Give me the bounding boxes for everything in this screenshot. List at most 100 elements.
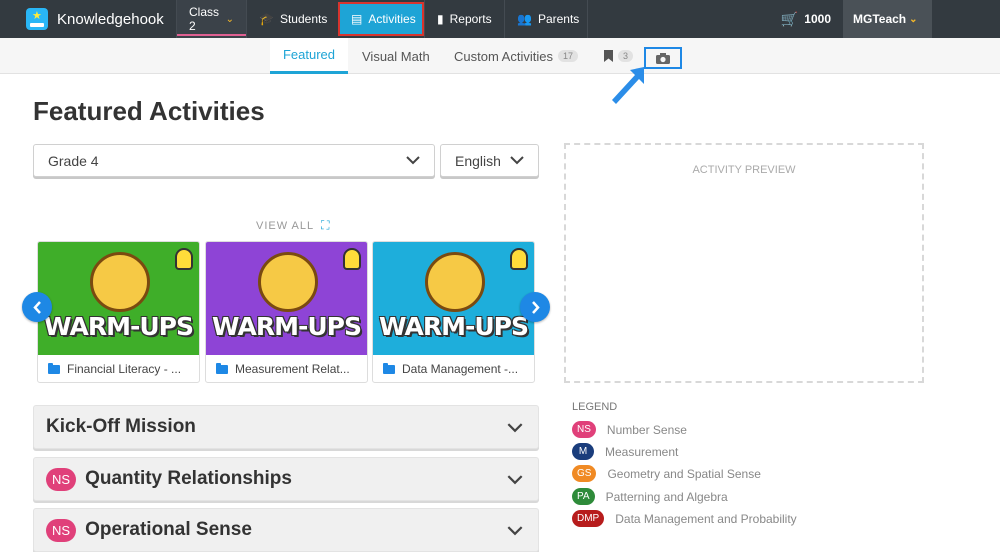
- class-selector-label: Class 2: [189, 5, 220, 33]
- folder-icon: [48, 362, 60, 374]
- chevron-down-icon: ⌄: [909, 13, 918, 25]
- activity-card-title: Financial Literacy - ...: [67, 362, 182, 376]
- graduation-cap-icon: 🎓: [259, 12, 274, 26]
- document-icon: ▤: [351, 12, 363, 26]
- bookmark-icon: [604, 50, 613, 62]
- chevron-down-icon: [507, 423, 523, 433]
- chevron-down-icon: [406, 156, 420, 165]
- chevron-right-icon: [531, 300, 540, 314]
- legend-title: LEGEND: [572, 401, 618, 413]
- class-selector[interactable]: Class 2 ⌄: [176, 0, 246, 38]
- flexed-arm-icon: [258, 252, 318, 312]
- activity-card-label: Financial Literacy - ...: [38, 355, 199, 382]
- tab-custom-activities-label: Custom Activities: [454, 48, 553, 64]
- section-title: Operational Sense: [85, 519, 252, 540]
- chevron-down-icon: ⌄: [225, 13, 234, 25]
- expand-icon: ⛶: [321, 218, 331, 232]
- section-quantity-relationships[interactable]: NS Quantity Relationships: [33, 457, 539, 501]
- sub-nav: Featured Visual Math Custom Activities 1…: [0, 38, 1000, 74]
- legend-badge: M: [572, 443, 594, 460]
- activity-card-title: Measurement Relat...: [235, 362, 350, 376]
- activity-card-image: WARM-UPS: [373, 242, 534, 355]
- folder-icon: [216, 362, 228, 374]
- brand-name: Knowledgehook: [57, 10, 164, 28]
- activity-card-title: Data Management -...: [402, 362, 519, 376]
- legend-item: GS Geometry and Spatial Sense: [572, 465, 761, 482]
- tab-visual-math-label: Visual Math: [362, 48, 430, 64]
- nav-parents-label: Parents: [537, 12, 580, 26]
- tab-custom-activities[interactable]: Custom Activities 17: [441, 38, 591, 74]
- nav-students[interactable]: 🎓 Students: [246, 0, 338, 38]
- bar-chart-icon: ▮: [437, 12, 444, 26]
- activity-card[interactable]: WARM-UPS Measurement Relat...: [205, 241, 368, 383]
- lightbulb-icon: [343, 248, 361, 270]
- top-nav-bar: ★ Knowledgehook Class 2 ⌄ 🎓 Students ▤ A…: [0, 0, 1000, 38]
- legend-badge: DMP: [572, 510, 605, 527]
- tab-featured[interactable]: Featured: [270, 38, 348, 74]
- flexed-arm-icon: [425, 252, 485, 312]
- grade-select[interactable]: Grade 4: [33, 144, 435, 177]
- legend-item: PA Patterning and Algebra: [572, 488, 728, 505]
- strand-badge: NS: [46, 467, 77, 491]
- legend-item: DMP Data Management and Probability: [572, 510, 797, 527]
- legend-label: Patterning and Algebra: [605, 489, 728, 504]
- chevron-left-icon: [32, 300, 41, 314]
- legend-label: Number Sense: [606, 422, 687, 437]
- legend-badge: NS: [572, 421, 596, 438]
- carousel-prev-button[interactable]: [22, 292, 52, 322]
- nav-parents[interactable]: 👥 Parents: [504, 0, 588, 38]
- nav-activities-label: Activities: [368, 12, 416, 26]
- cart-icon: 🛒: [780, 10, 799, 27]
- knowledgehook-logo-icon: ★: [26, 8, 48, 30]
- section-title: Quantity Relationships: [85, 468, 292, 489]
- legend-label: Geometry and Spatial Sense: [607, 466, 761, 481]
- section-operational-sense[interactable]: NS Operational Sense: [33, 508, 539, 552]
- lightbulb-icon: [510, 248, 528, 270]
- annotation-arrow-icon: [612, 67, 644, 104]
- section-kick-off-mission[interactable]: Kick-Off Mission: [33, 405, 539, 449]
- carousel-next-button[interactable]: [520, 292, 550, 322]
- card-image-text: WARM-UPS: [212, 312, 362, 341]
- legend-item: M Measurement: [572, 443, 678, 460]
- chevron-down-icon: [507, 526, 523, 536]
- strand-badge: NS: [46, 518, 77, 542]
- nav-reports[interactable]: ▮ Reports: [424, 0, 504, 38]
- language-select-value: English: [455, 152, 501, 169]
- legend-label: Measurement: [605, 444, 679, 459]
- camera-icon: [656, 52, 670, 64]
- activity-card-image: WARM-UPS: [206, 242, 367, 355]
- nav-reports-label: Reports: [449, 12, 492, 26]
- activity-card-label: Data Management -...: [373, 355, 534, 382]
- folder-icon: [383, 362, 395, 374]
- custom-activities-count: 17: [557, 50, 578, 62]
- nav-activities[interactable]: ▤ Activities: [338, 2, 424, 36]
- tab-visual-math[interactable]: Visual Math: [349, 38, 443, 74]
- activity-card-label: Measurement Relat...: [206, 355, 367, 382]
- chevron-down-icon: [507, 475, 523, 485]
- page-title: Featured Activities: [33, 96, 265, 126]
- user-name: MGTeach: [853, 12, 907, 26]
- user-menu[interactable]: MGTeach ⌄: [843, 0, 932, 38]
- tab-featured-label: Featured: [282, 47, 336, 62]
- grade-select-value: Grade 4: [48, 152, 99, 169]
- legend-badge: PA: [572, 488, 595, 505]
- view-all-link[interactable]: VIEW ALL ⛶: [256, 218, 331, 233]
- legend-badge: GS: [572, 465, 597, 482]
- language-select[interactable]: English: [440, 144, 539, 177]
- activity-card[interactable]: WARM-UPS Data Management -...: [372, 241, 535, 383]
- activity-card-image: WARM-UPS: [38, 242, 199, 355]
- activity-preview: ACTIVITY PREVIEW: [564, 143, 924, 383]
- activity-card[interactable]: WARM-UPS Financial Literacy - ...: [37, 241, 200, 383]
- flexed-arm-icon: [90, 252, 150, 312]
- bookmarks-count: 3: [618, 50, 634, 62]
- legend-label: Data Management and Probability: [615, 511, 797, 526]
- users-icon: 👥: [517, 12, 532, 26]
- legend-item: NS Number Sense: [572, 421, 687, 438]
- view-all-label: VIEW ALL: [256, 219, 315, 232]
- lightbulb-icon: [175, 248, 193, 270]
- brand[interactable]: ★ Knowledgehook: [0, 0, 176, 38]
- cart-button[interactable]: 🛒 1000: [769, 0, 843, 38]
- nav-students-label: Students: [279, 12, 328, 26]
- card-image-text: WARM-UPS: [44, 312, 194, 341]
